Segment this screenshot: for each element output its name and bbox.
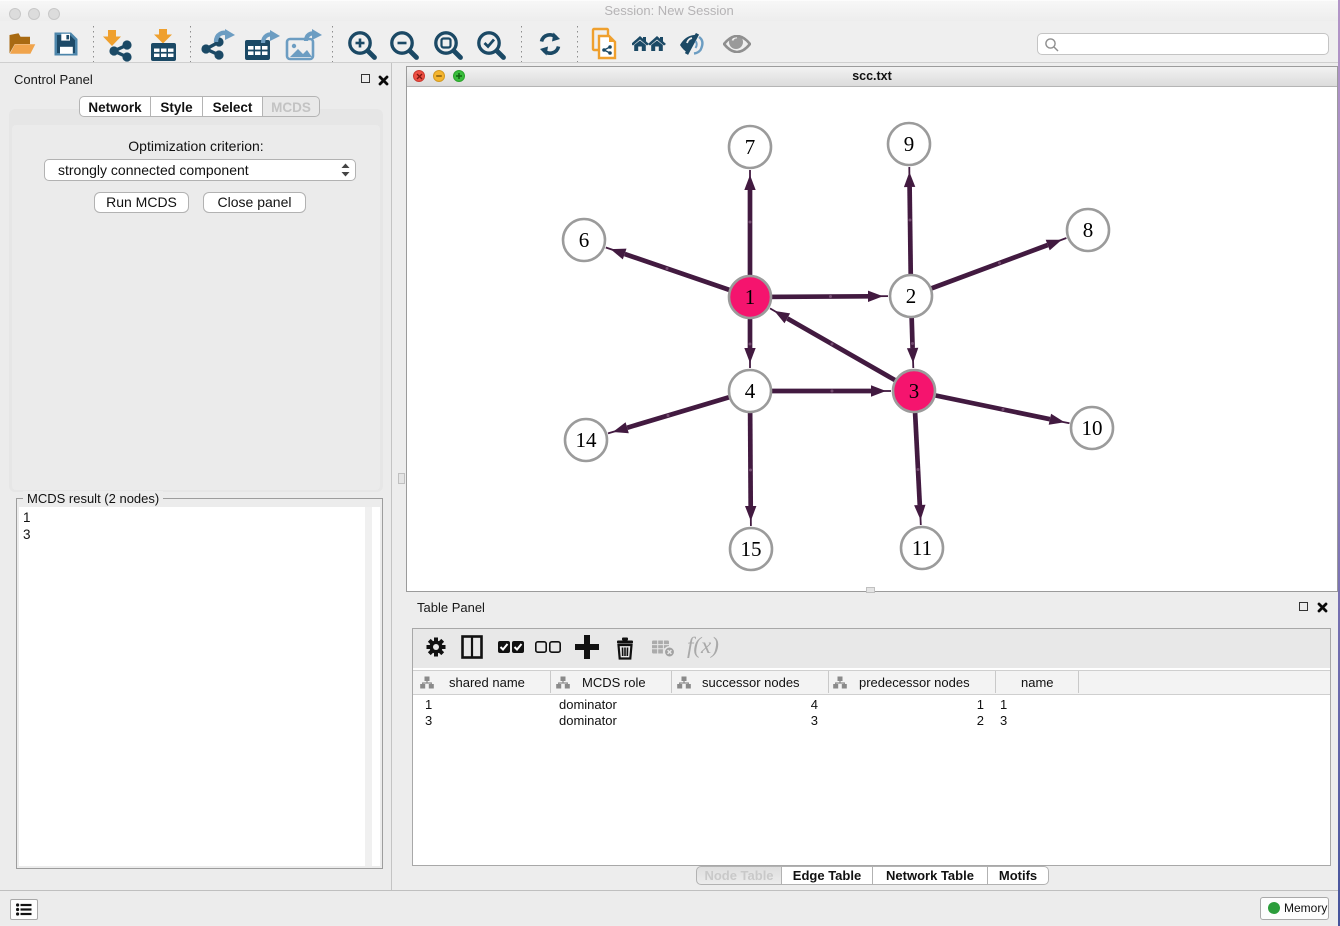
svg-text:4: 4 bbox=[745, 379, 756, 403]
svg-text:10: 10 bbox=[1082, 416, 1103, 440]
svg-text:8: 8 bbox=[1083, 218, 1094, 242]
svg-text:3: 3 bbox=[909, 379, 920, 403]
svg-text:9: 9 bbox=[904, 132, 915, 156]
svg-text:1: 1 bbox=[745, 285, 756, 309]
svg-text:6: 6 bbox=[579, 228, 590, 252]
svg-text:15: 15 bbox=[741, 537, 762, 561]
svg-text:7: 7 bbox=[745, 135, 756, 159]
svg-text:14: 14 bbox=[576, 428, 598, 452]
svg-text:11: 11 bbox=[912, 536, 932, 560]
svg-text:2: 2 bbox=[906, 284, 917, 308]
